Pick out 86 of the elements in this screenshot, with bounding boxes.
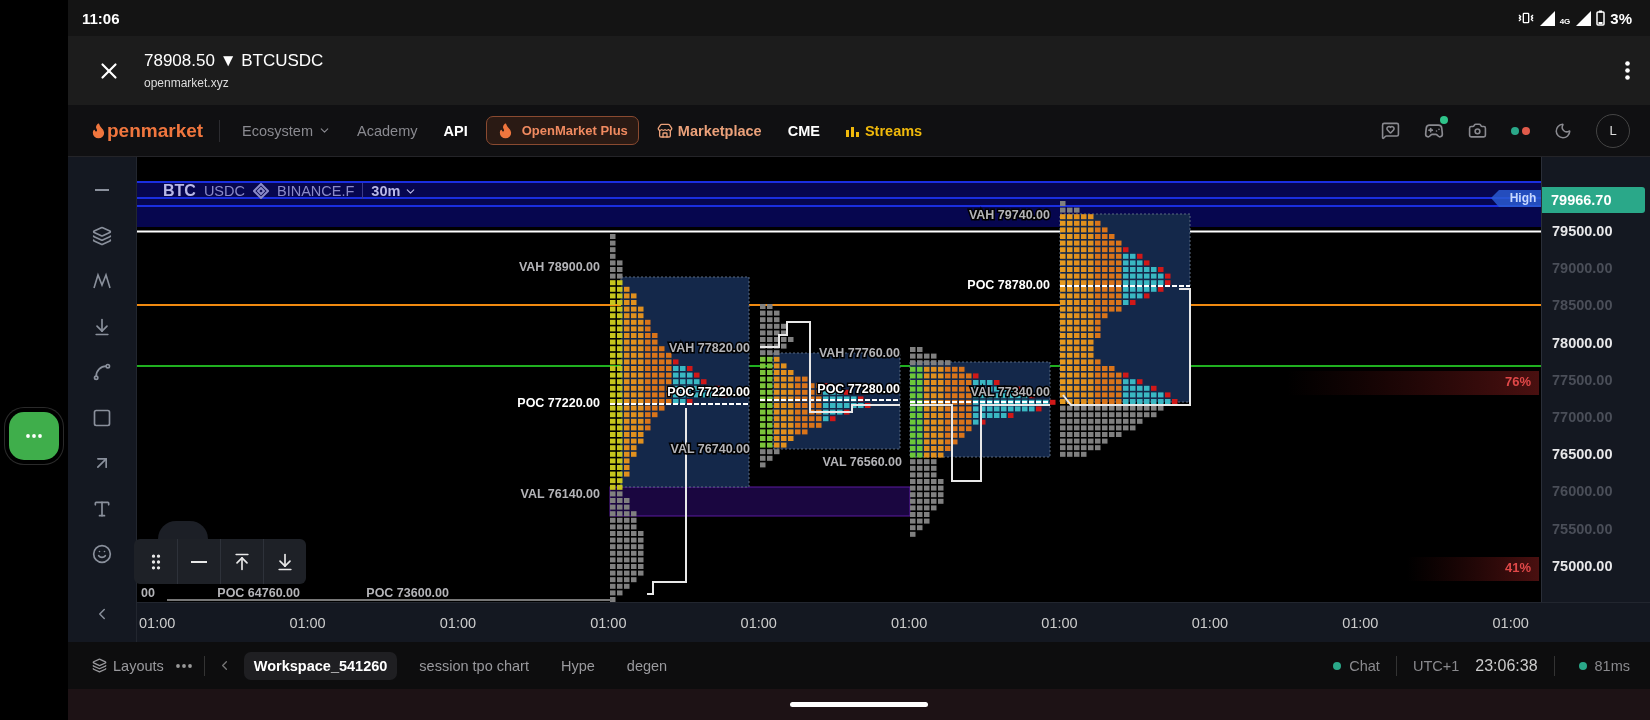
battery-icon: [1596, 10, 1606, 26]
layouts-button[interactable]: Layouts: [92, 657, 164, 674]
line-tool-icon: [95, 189, 109, 192]
nav-link[interactable]: Academy: [357, 122, 418, 139]
time-label: 01:00: [438, 614, 478, 631]
time-label: 01:00: [1491, 614, 1530, 631]
more-button[interactable]: [175, 663, 192, 668]
more-icon: [175, 663, 192, 668]
diamond-icon: [253, 183, 269, 199]
more-icon: [26, 434, 42, 438]
level-label: POC 78780.00: [967, 278, 1050, 293]
status-dot: [1578, 661, 1587, 670]
time-label: 01:00: [288, 614, 327, 631]
workspace-tab[interactable]: Workspace_541260: [243, 651, 398, 680]
layers-icon: [92, 658, 107, 673]
square-icon: [92, 407, 112, 428]
time-label: 01:00: [889, 614, 929, 631]
exchange-label: BINANCE.F: [277, 183, 355, 199]
level-label: VAL 76560.00: [822, 455, 902, 470]
time-label: 01:00: [739, 614, 778, 631]
flame-icon: [90, 122, 107, 139]
curve-icon: [92, 362, 112, 383]
smiley-icon: [92, 544, 112, 565]
price-label: 78000.00: [1551, 333, 1614, 353]
time-label: 01:00: [138, 614, 177, 631]
battery-level: 3%: [1610, 9, 1632, 27]
level-label: VAL 76140.00: [520, 487, 600, 502]
online-dot: [1440, 115, 1448, 124]
bars-icon: [845, 124, 860, 137]
camera-icon[interactable]: [1468, 121, 1487, 140]
high-tag: [1491, 190, 1541, 207]
arrow-down-line-icon: [275, 551, 295, 572]
workspace-tab[interactable]: Hype: [551, 651, 605, 680]
level-label: VAH 77760.00: [818, 346, 900, 361]
level-label: 00: [141, 586, 155, 601]
time-label: 01:00: [1190, 614, 1230, 631]
last-price-tag: 79966.70: [1542, 187, 1645, 213]
network-label: 4G: [1559, 16, 1571, 26]
nav-link[interactable]: Streams: [845, 122, 923, 139]
level-label: POC 73600.00: [366, 586, 449, 601]
latency-label: 81ms: [1594, 657, 1630, 674]
chat-heart-icon[interactable]: [1381, 121, 1400, 140]
moon-icon[interactable]: [1554, 121, 1572, 140]
store-icon: [656, 122, 673, 139]
page-title: 78908.50 ▼ BTCUSDC: [144, 51, 325, 71]
time-label: 01:00: [589, 614, 628, 631]
color-dots-icon[interactable]: [1511, 126, 1530, 135]
price-label: 75000.00: [1551, 556, 1614, 576]
page-url: openmarket.xyz: [144, 76, 230, 90]
price-label: 79500.00: [1551, 222, 1614, 241]
time-label: 01:00: [1040, 614, 1079, 631]
logo-text: penmarket: [107, 119, 204, 142]
level-label: VAH 79740.00: [968, 208, 1050, 223]
clock-label: 23:06:38: [1475, 656, 1538, 675]
signal-icon: [1538, 10, 1555, 26]
quote-label: USDC: [203, 183, 245, 199]
arrow-up-line-icon: [232, 551, 252, 572]
vibrate-icon: [1517, 10, 1534, 26]
workspace-tab[interactable]: degen: [616, 651, 678, 680]
high-label: High: [1509, 191, 1537, 206]
nav-link[interactable]: Marketplace: [656, 122, 762, 139]
level-label: POC 77220.00: [667, 385, 750, 400]
level-label: VAH 78900.00: [518, 260, 600, 275]
interval-dropdown[interactable]: 30m: [371, 183, 418, 199]
clock-time: 11:06: [82, 9, 120, 27]
percent-label: 41%: [1504, 560, 1531, 576]
timezone-label: UTC+1: [1412, 657, 1460, 674]
nav-link[interactable]: Ecosystem: [242, 122, 332, 139]
arrow-down-line-icon: [92, 316, 112, 337]
time-label: 01:00: [1341, 614, 1380, 631]
signal-icon: [1575, 10, 1592, 26]
nav-link[interactable]: CME: [787, 122, 820, 139]
level-label: POC 77220.00: [517, 396, 600, 411]
percent-label: 76%: [1504, 374, 1531, 390]
workspace-tab[interactable]: session tpo chart: [409, 651, 539, 680]
price-label: 76500.00: [1551, 445, 1614, 465]
plus-button[interactable]: OpenMarket Plus: [485, 116, 639, 145]
level-label: POC 64760.00: [217, 586, 300, 601]
symbol-label: BTC: [163, 182, 196, 200]
menu-button[interactable]: [1625, 61, 1630, 80]
status-dot: [1333, 661, 1342, 670]
nav-link[interactable]: API: [443, 122, 468, 139]
kebab-icon: [1625, 61, 1630, 80]
minus-icon: [191, 560, 207, 563]
layers-icon: [92, 225, 112, 246]
level-label: VAH 77820.00: [668, 341, 750, 356]
